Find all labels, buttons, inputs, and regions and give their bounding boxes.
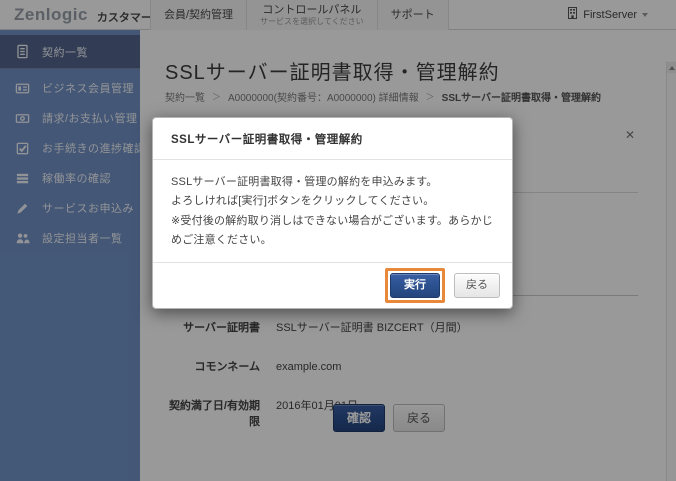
dialog-back-button[interactable]: 戻る xyxy=(454,273,500,298)
dialog-title: SSLサーバー証明書取得・管理解約 xyxy=(171,134,363,146)
dialog-message-line: SSLサーバー証明書取得・管理の解約を申込みます。 xyxy=(171,173,494,192)
dialog-body: SSLサーバー証明書取得・管理の解約を申込みます。 よろしければ[実行]ボタンを… xyxy=(153,160,512,262)
dialog-message-line: よろしければ[実行]ボタンをクリックしてください。 xyxy=(171,192,494,211)
execute-button[interactable]: 実行 xyxy=(390,273,440,298)
dialog-header: SSLサーバー証明書取得・管理解約 xyxy=(153,118,512,160)
dialog-footer: 実行 戻る xyxy=(153,262,512,308)
dialog-message-line: ※受付後の解約取り消しはできない場合がございます。あらかじめご注意ください。 xyxy=(171,212,494,251)
cancellation-confirm-dialog: SSLサーバー証明書取得・管理解約 SSLサーバー証明書取得・管理の解約を申込み… xyxy=(152,117,513,309)
execute-button-highlight: 実行 xyxy=(385,268,445,303)
